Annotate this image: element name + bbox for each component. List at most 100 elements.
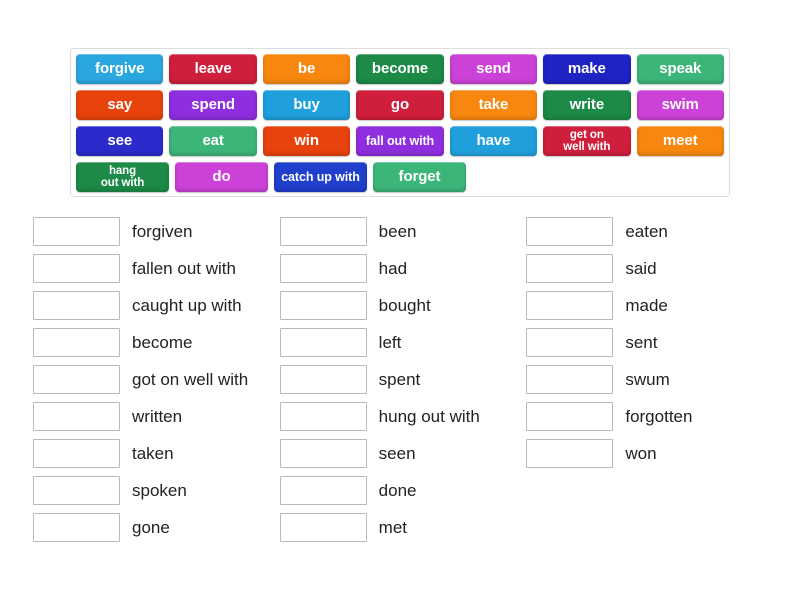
word-tile-row: forgive leave be become send make speak (76, 54, 724, 84)
answer-row: eaten (526, 213, 773, 250)
word-tile[interactable]: get on well with (543, 126, 631, 156)
word-tile[interactable]: catch up with (274, 162, 367, 192)
drop-target-box[interactable] (33, 328, 120, 357)
drop-target-box[interactable] (526, 291, 614, 320)
answer-label: written (132, 406, 183, 426)
answer-label: forgotten (625, 406, 693, 426)
word-tile[interactable]: have (449, 126, 538, 156)
word-tile[interactable]: speak (636, 54, 724, 84)
word-tile[interactable]: take (449, 90, 538, 120)
answer-columns: forgiven fallen out with caught up with bec… (33, 213, 773, 546)
drop-target-box[interactable] (33, 513, 120, 542)
answer-row: met (279, 509, 527, 546)
answer-column: been had bought left spent hung out with seen d… (279, 213, 527, 546)
answer-label: swum (625, 369, 670, 389)
drop-target-box[interactable] (279, 254, 367, 283)
drop-target-box[interactable] (279, 513, 367, 542)
answer-row: seen (279, 435, 527, 472)
answer-row: spent (279, 361, 527, 398)
word-tile[interactable]: win (262, 126, 351, 156)
drop-target-box[interactable] (526, 328, 614, 357)
word-tile[interactable]: leave (169, 54, 257, 84)
word-tile[interactable]: become (356, 54, 444, 84)
answer-label: had (378, 258, 408, 278)
answer-label: met (378, 517, 408, 537)
answer-row: had (279, 250, 527, 287)
word-tile-row: see eat win fall out with have get on well wit… (76, 126, 724, 156)
word-tile[interactable]: buy (262, 90, 351, 120)
answer-row: made (526, 287, 773, 324)
word-tile-row: say spend buy go take write swim (76, 90, 724, 120)
answer-row: won (526, 435, 773, 472)
word-tile[interactable]: send (449, 54, 538, 84)
answer-label: gone (132, 517, 170, 537)
drop-target-box[interactable] (526, 254, 614, 283)
word-tile[interactable]: fall out with (356, 126, 444, 156)
drop-target-box[interactable] (33, 476, 120, 505)
answer-column: forgiven fallen out with caught up with bec… (33, 213, 280, 546)
drop-target-box[interactable] (526, 402, 614, 431)
answer-label: taken (132, 443, 174, 463)
word-tile-row: hang out with do catch up with forget (76, 162, 724, 192)
answer-label: left (378, 332, 402, 352)
answer-row: forgotten (526, 398, 773, 435)
answer-row: said (526, 250, 773, 287)
drop-target-box[interactable] (33, 402, 120, 431)
word-tile[interactable]: be (262, 54, 351, 84)
drop-target-box[interactable] (279, 365, 367, 394)
answer-label: spoken (132, 480, 187, 500)
drop-target-box[interactable] (33, 365, 120, 394)
answer-row: swum (526, 361, 773, 398)
answer-row: become (33, 324, 280, 361)
answer-row: fallen out with (33, 250, 280, 287)
word-tile[interactable]: hang out with (76, 162, 169, 192)
word-tile[interactable]: go (356, 90, 444, 120)
answer-row: been (279, 213, 527, 250)
answer-label: won (625, 443, 657, 463)
answer-label: spent (378, 369, 421, 389)
word-tile[interactable]: forgive (76, 54, 164, 84)
answer-column: eaten said made sent swum forgotten won (526, 213, 773, 546)
drop-target-box[interactable] (33, 439, 120, 468)
answer-label: made (625, 295, 668, 315)
answer-label: been (378, 221, 417, 241)
drop-target-box[interactable] (279, 328, 367, 357)
drop-target-box[interactable] (33, 254, 120, 283)
word-tile[interactable]: spend (169, 90, 257, 120)
drop-target-box[interactable] (526, 217, 614, 246)
answer-row: gone (33, 509, 280, 546)
answer-row: hung out with (279, 398, 527, 435)
answer-label: fallen out with (132, 258, 236, 278)
answer-row: forgiven (33, 213, 280, 250)
answer-row: written (33, 398, 280, 435)
word-tile[interactable]: write (543, 90, 631, 120)
answer-label: eaten (625, 221, 668, 241)
answer-label: done (378, 480, 417, 500)
drop-target-box[interactable] (279, 217, 367, 246)
drop-target-box[interactable] (279, 476, 367, 505)
word-tile[interactable]: do (175, 162, 268, 192)
answer-label: sent (625, 332, 658, 352)
word-bank-panel: forgive leave be become send make speak say spen… (70, 48, 730, 197)
word-tile[interactable]: make (543, 54, 631, 84)
drop-target-box[interactable] (33, 217, 120, 246)
word-tile[interactable]: see (76, 126, 164, 156)
word-tile[interactable]: say (76, 90, 164, 120)
drop-target-box[interactable] (279, 291, 367, 320)
word-tile[interactable]: swim (636, 90, 724, 120)
drop-target-box[interactable] (526, 365, 614, 394)
answer-row: caught up with (33, 287, 280, 324)
answer-row: got on well with (33, 361, 280, 398)
drop-target-box[interactable] (526, 439, 614, 468)
drop-target-box[interactable] (279, 439, 367, 468)
drop-target-box[interactable] (279, 402, 367, 431)
answer-label: forgiven (132, 221, 193, 241)
answer-row: done (279, 472, 527, 509)
answer-row: taken (33, 435, 280, 472)
word-tile[interactable]: forget (373, 162, 466, 192)
answer-label: caught up with (132, 295, 242, 315)
word-tile[interactable]: eat (169, 126, 257, 156)
drop-target-box[interactable] (33, 291, 120, 320)
word-tile[interactable]: meet (636, 126, 724, 156)
answer-label: become (132, 332, 193, 352)
